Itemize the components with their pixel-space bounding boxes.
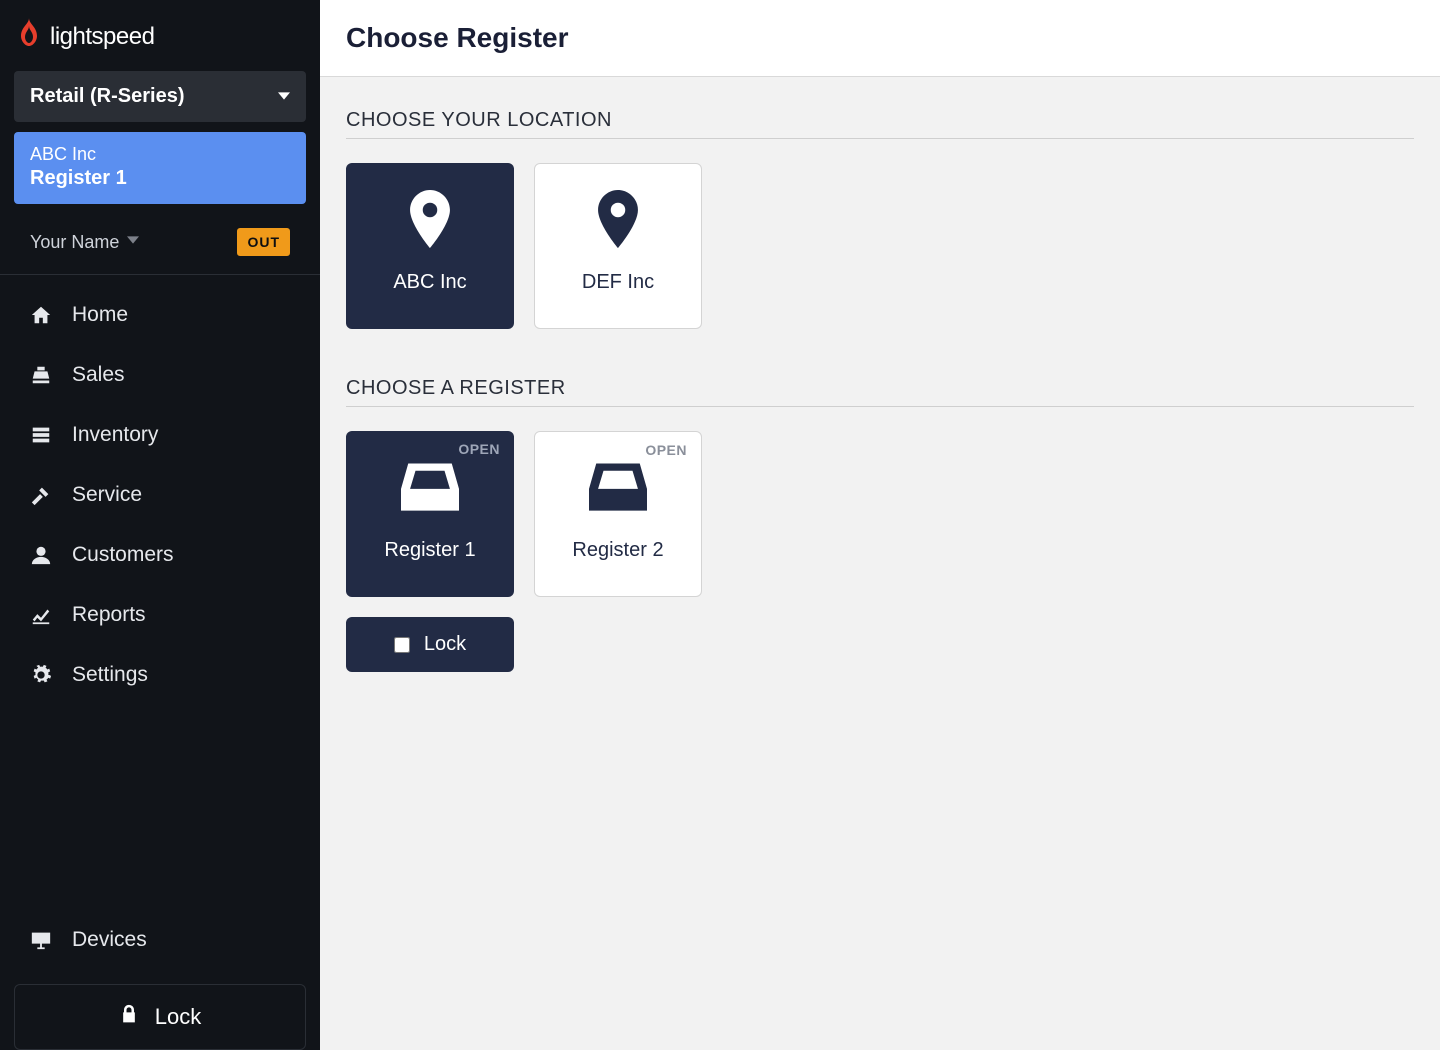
location-section-title: CHOOSE YOUR LOCATION — [346, 109, 1414, 139]
flame-logo-icon — [16, 18, 42, 55]
register-status-badge: OPEN — [645, 442, 687, 458]
content: CHOOSE YOUR LOCATION ABC Inc DEF Inc CHO… — [320, 77, 1440, 1050]
hammer-icon — [28, 484, 54, 506]
sidebar-item-label: Service — [72, 483, 142, 507]
drawer-icon — [589, 458, 647, 521]
main: Choose Register CHOOSE YOUR LOCATION ABC… — [320, 0, 1440, 1050]
sidebar-item-service[interactable]: Service — [0, 465, 320, 525]
pin-icon — [401, 190, 459, 253]
sidebar-item-settings[interactable]: Settings — [0, 645, 320, 705]
register-section-title: CHOOSE A REGISTER — [346, 377, 1414, 407]
sidebar-bottom: Devices Lock — [0, 910, 320, 1050]
page-header: Choose Register — [320, 0, 1440, 77]
monitor-icon — [28, 929, 54, 951]
main-nav: Home Sales Inventory Service Customers R… — [0, 275, 320, 910]
user-icon — [28, 544, 54, 566]
chevron-down-icon — [127, 233, 139, 251]
context-card[interactable]: ABC Inc Register 1 — [14, 132, 306, 204]
location-card-row: ABC Inc DEF Inc — [346, 163, 1414, 329]
brand: lightspeed — [0, 0, 320, 71]
sidebar-item-label: Reports — [72, 603, 146, 627]
context-company: ABC Inc — [30, 144, 290, 165]
register-card-row: OPEN Register 1 OPEN Register 2 — [346, 431, 1414, 597]
register-card-label: Register 1 — [384, 539, 475, 570]
page-title: Choose Register — [346, 22, 1414, 54]
lock-register-button[interactable]: Lock — [346, 617, 514, 672]
boxes-icon — [28, 424, 54, 446]
lock-action-label: Lock — [424, 633, 466, 656]
context-register: Register 1 — [30, 167, 290, 190]
lock-button-label: Lock — [155, 1004, 201, 1030]
product-selector[interactable]: Retail (R-Series) — [14, 71, 306, 122]
home-icon — [28, 304, 54, 326]
chevron-down-icon — [278, 85, 290, 108]
sidebar-item-label: Inventory — [72, 423, 158, 447]
sidebar-item-home[interactable]: Home — [0, 285, 320, 345]
location-card-abc[interactable]: ABC Inc — [346, 163, 514, 329]
register-card-1[interactable]: OPEN Register 1 — [346, 431, 514, 597]
sidebar-item-label: Settings — [72, 663, 148, 687]
user-row[interactable]: Your Name OUT — [14, 214, 306, 274]
location-card-def[interactable]: DEF Inc — [534, 163, 702, 329]
brand-name: lightspeed — [50, 23, 154, 51]
sidebar-item-label: Customers — [72, 543, 174, 567]
sidebar-item-reports[interactable]: Reports — [0, 585, 320, 645]
sidebar-item-sales[interactable]: Sales — [0, 345, 320, 405]
sidebar-item-inventory[interactable]: Inventory — [0, 405, 320, 465]
sidebar-item-label: Sales — [72, 363, 125, 387]
user-name: Your Name — [30, 232, 119, 253]
sidebar-item-devices[interactable]: Devices — [0, 910, 320, 970]
register-card-2[interactable]: OPEN Register 2 — [534, 431, 702, 597]
product-selector-label: Retail (R-Series) — [30, 85, 185, 108]
lock-session-button[interactable]: Lock — [14, 984, 306, 1050]
cash-register-icon — [28, 364, 54, 386]
location-card-label: ABC Inc — [393, 271, 466, 302]
chart-icon — [28, 604, 54, 626]
clock-out-badge[interactable]: OUT — [237, 228, 290, 256]
location-card-label: DEF Inc — [582, 271, 654, 302]
sidebar-item-customers[interactable]: Customers — [0, 525, 320, 585]
drawer-icon — [401, 458, 459, 521]
lock-icon — [119, 1003, 139, 1031]
sidebar: lightspeed Retail (R-Series) ABC Inc Reg… — [0, 0, 320, 1050]
register-card-label: Register 2 — [572, 539, 663, 570]
gear-icon — [28, 664, 54, 686]
pin-icon — [589, 190, 647, 253]
sidebar-item-label: Devices — [72, 928, 147, 952]
lock-checkbox[interactable] — [394, 637, 410, 653]
register-status-badge: OPEN — [458, 441, 500, 457]
sidebar-item-label: Home — [72, 303, 128, 327]
